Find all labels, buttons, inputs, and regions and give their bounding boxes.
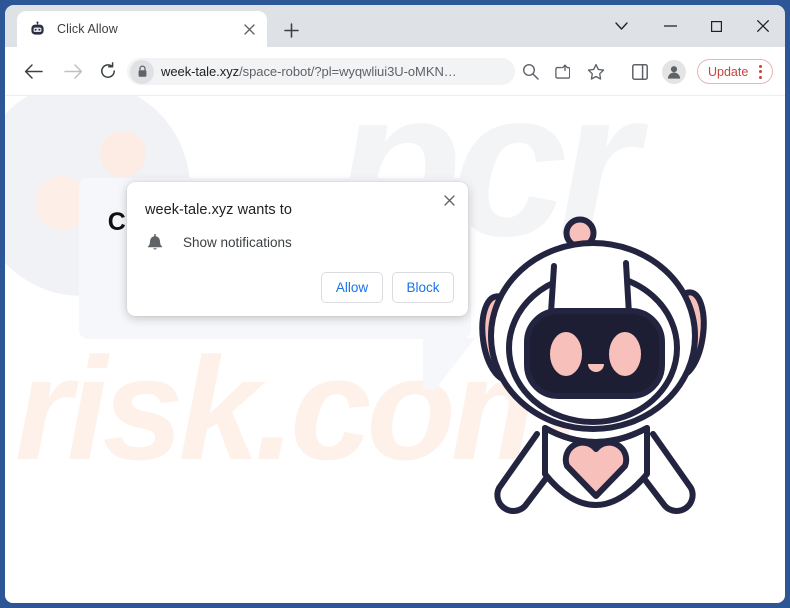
address-bar-host: week-tale.xyz [161, 64, 240, 79]
block-button[interactable]: Block [392, 272, 454, 303]
update-button[interactable]: Update [697, 59, 774, 84]
allow-button[interactable]: Allow [321, 272, 383, 303]
new-tab-button[interactable] [277, 16, 305, 44]
address-bar-path: /space-robot/?pl=wyqwliui3U-oMKN… [239, 64, 457, 79]
profile-avatar-icon[interactable] [660, 58, 687, 85]
reload-icon[interactable] [92, 55, 124, 87]
side-panel-icon[interactable] [626, 58, 653, 85]
decorative-circle-pink [100, 131, 146, 177]
update-label: Update [708, 64, 749, 79]
browser-window-inner: Click Allow week-tale.xyz/space-robot/?p… [5, 5, 785, 603]
dialog-title: week-tale.xyz wants to [145, 202, 292, 218]
avatar [661, 59, 686, 84]
dialog-actions: Allow Block [321, 272, 454, 303]
tab-close-icon[interactable] [239, 19, 259, 39]
bookmark-star-icon[interactable] [582, 58, 609, 85]
dialog-close-icon[interactable] [437, 188, 461, 212]
maximize-icon[interactable] [694, 11, 739, 41]
dialog-permission-label: Show notifications [183, 234, 292, 250]
tab-title: Click Allow [57, 22, 118, 36]
speech-bubble-tail [423, 338, 475, 390]
space-robot-mascot [479, 216, 707, 514]
share-icon[interactable] [548, 58, 575, 85]
tab-click-allow[interactable]: Click Allow [17, 11, 267, 47]
robot-favicon-icon [31, 20, 44, 35]
page-viewport: pcr risk.com CLICK ALLOW TO CONFIRM THAT… [5, 96, 785, 603]
browser-window: Click Allow week-tale.xyz/space-robot/?p… [0, 0, 790, 608]
lock-icon[interactable] [130, 59, 154, 84]
dialog-permission-row: Show notifications [145, 232, 292, 252]
chrome-menu-icon[interactable] [753, 62, 767, 82]
browser-toolbar: week-tale.xyz/space-robot/?pl=wyqwliui3U… [5, 47, 785, 96]
tab-strip: Click Allow [5, 5, 785, 47]
zoom-icon[interactable] [517, 58, 544, 85]
back-arrow-icon[interactable] [17, 55, 49, 87]
bell-icon [145, 232, 165, 252]
tab-search-chevron-down-icon[interactable] [599, 11, 644, 41]
address-bar-url: week-tale.xyz/space-robot/?pl=wyqwliui3U… [161, 64, 457, 79]
notification-permission-dialog: week-tale.xyz wants to Show notification… [127, 182, 468, 316]
minimize-icon[interactable] [648, 11, 693, 41]
forward-arrow-icon[interactable] [57, 55, 89, 87]
address-bar[interactable]: week-tale.xyz/space-robot/?pl=wyqwliui3U… [127, 58, 515, 85]
window-close-icon[interactable] [740, 11, 785, 41]
